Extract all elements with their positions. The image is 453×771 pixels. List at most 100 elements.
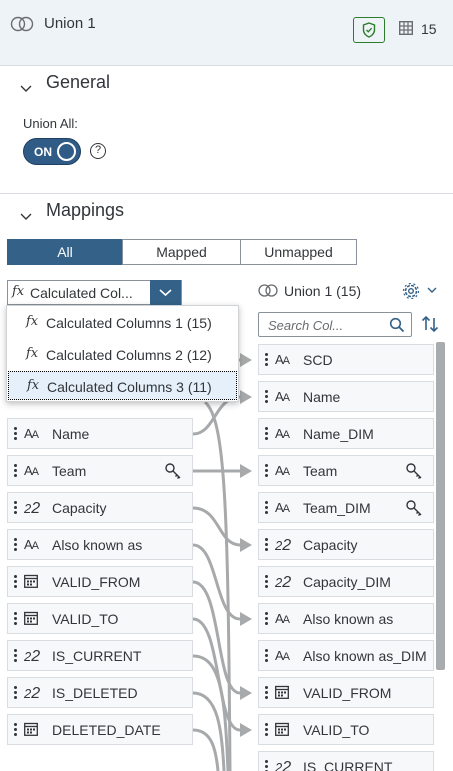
- target-column-card[interactable]: 22 Capacity: [258, 529, 434, 560]
- tab-mapped[interactable]: Mapped: [122, 239, 241, 265]
- tab-all[interactable]: All: [7, 239, 123, 265]
- source-select[interactable]: fx Calculated Col...: [7, 280, 182, 305]
- drag-handle-icon[interactable]: [14, 686, 17, 700]
- shield-check-icon: [362, 22, 376, 38]
- source-column-card[interactable]: 22 Capacity: [7, 492, 193, 523]
- number-type-icon: 22: [275, 537, 292, 554]
- target-column-card[interactable]: AA Team_DIM: [258, 492, 434, 523]
- union-all-toggle[interactable]: ON: [23, 138, 81, 165]
- section-title-general[interactable]: General: [46, 72, 110, 93]
- scrollbar[interactable]: [436, 342, 445, 670]
- section-divider: [0, 193, 453, 194]
- target-column-card[interactable]: VALID_FROM: [258, 677, 434, 708]
- source-column-card[interactable]: VALID_TO: [7, 603, 193, 634]
- drag-handle-icon[interactable]: [14, 612, 17, 626]
- shield-check-button[interactable]: [353, 17, 385, 43]
- drag-handle-icon[interactable]: [265, 501, 268, 515]
- drag-handle-icon[interactable]: [265, 686, 268, 700]
- drag-handle-icon[interactable]: [14, 538, 17, 552]
- drag-handle-icon[interactable]: [265, 353, 268, 367]
- mapping-filter-segmented: All Mapped Unmapped: [7, 239, 357, 265]
- chevron-down-icon[interactable]: [19, 212, 33, 222]
- target-column-card[interactable]: 22 IS_CURRENT: [258, 751, 434, 771]
- column-name: Name_DIM: [303, 426, 374, 442]
- chevron-down-icon: [159, 289, 172, 297]
- number-type-icon: 22: [275, 574, 292, 591]
- source-column-card[interactable]: AA Team: [7, 455, 193, 486]
- search-input[interactable]: Search Col...: [258, 312, 412, 337]
- drag-handle-icon[interactable]: [265, 464, 268, 478]
- drag-handle-icon[interactable]: [14, 723, 17, 737]
- column-name: VALID_FROM: [303, 685, 392, 701]
- target-column-card[interactable]: AA SCD: [258, 344, 434, 375]
- drag-handle-icon[interactable]: [14, 501, 17, 515]
- column-name: Also known as: [52, 537, 143, 553]
- drag-handle-icon[interactable]: [14, 427, 17, 441]
- string-type-icon: AA: [24, 426, 39, 441]
- source-select-arrow[interactable]: [150, 280, 181, 305]
- drag-handle-icon[interactable]: [265, 427, 268, 441]
- column-name: VALID_FROM: [52, 574, 141, 590]
- column-name: Also known as_DIM: [303, 648, 427, 664]
- target-column-card[interactable]: AA Team: [258, 455, 434, 486]
- union-icon: [10, 16, 34, 32]
- key-icon: [405, 462, 423, 480]
- dropdown-item-calc-2[interactable]: fx Calculated Columns 2 (12): [8, 340, 237, 369]
- column-name: IS_CURRENT: [52, 648, 142, 664]
- drag-handle-icon[interactable]: [14, 575, 17, 589]
- source-column-card[interactable]: AA Name: [7, 418, 193, 449]
- date-type-icon: [275, 722, 297, 738]
- target-column-card[interactable]: AA Name: [258, 381, 434, 412]
- dropdown-item-calc-1[interactable]: fx Calculated Columns 1 (15): [8, 308, 237, 337]
- column-name: DELETED_DATE: [52, 722, 161, 738]
- drag-handle-icon[interactable]: [265, 649, 268, 663]
- dropdown-item-calc-3[interactable]: fx Calculated Columns 3 (11): [8, 371, 237, 400]
- target-column-card[interactable]: AA Also known as_DIM: [258, 640, 434, 671]
- drag-handle-icon[interactable]: [265, 538, 268, 552]
- column-name: Capacity_DIM: [303, 574, 391, 590]
- key-icon: [164, 462, 182, 480]
- link-is-current: [192, 654, 230, 771]
- target-column-card[interactable]: VALID_TO: [258, 714, 434, 745]
- dropdown-item-label: Calculated Columns 3 (11): [47, 379, 212, 395]
- source-column-card[interactable]: 22 IS_DELETED: [7, 677, 193, 708]
- source-column-card[interactable]: AA Also known as: [7, 529, 193, 560]
- column-name: Team_DIM: [303, 500, 371, 516]
- column-name: Capacity: [52, 500, 107, 516]
- column-name: IS_DELETED: [52, 685, 138, 701]
- source-column-card[interactable]: 22 IS_CURRENT: [7, 640, 193, 671]
- string-type-icon: AA: [275, 352, 290, 367]
- string-type-icon: AA: [275, 500, 290, 515]
- string-type-icon: AA: [275, 611, 290, 626]
- drag-handle-icon[interactable]: [265, 760, 268, 771]
- search-icon[interactable]: [389, 317, 405, 333]
- source-column-card[interactable]: VALID_FROM: [7, 566, 193, 597]
- dropdown-item-label: Calculated Columns 2 (12): [46, 347, 212, 363]
- source-column-card[interactable]: DELETED_DATE: [7, 714, 193, 745]
- link-name: [192, 395, 241, 436]
- source-select-value: Calculated Col...: [30, 285, 133, 301]
- drag-handle-icon[interactable]: [14, 464, 17, 478]
- link-valid-to: [192, 617, 241, 732]
- date-type-icon: [24, 722, 46, 738]
- column-name: Name: [52, 426, 90, 442]
- tab-unmapped[interactable]: Unmapped: [240, 239, 357, 265]
- help-icon[interactable]: ?: [90, 143, 106, 159]
- column-name: Also known as: [303, 611, 394, 627]
- section-title-mappings[interactable]: Mappings: [46, 200, 124, 221]
- drag-handle-icon[interactable]: [14, 649, 17, 663]
- chevron-down-icon[interactable]: [427, 287, 437, 294]
- drag-handle-icon[interactable]: [265, 575, 268, 589]
- gear-icon[interactable]: [402, 282, 420, 300]
- target-column-card[interactable]: AA Also known as: [258, 603, 434, 634]
- drag-handle-icon[interactable]: [265, 612, 268, 626]
- chevron-down-icon[interactable]: [19, 84, 33, 94]
- key-icon: [405, 499, 423, 517]
- target-column-card[interactable]: 22 Capacity_DIM: [258, 566, 434, 597]
- target-column-card[interactable]: AA Name_DIM: [258, 418, 434, 449]
- column-name: VALID_TO: [52, 611, 119, 627]
- link-also-known-as: [192, 543, 241, 621]
- drag-handle-icon[interactable]: [265, 723, 268, 737]
- sort-icon[interactable]: [420, 314, 440, 334]
- drag-handle-icon[interactable]: [265, 390, 268, 404]
